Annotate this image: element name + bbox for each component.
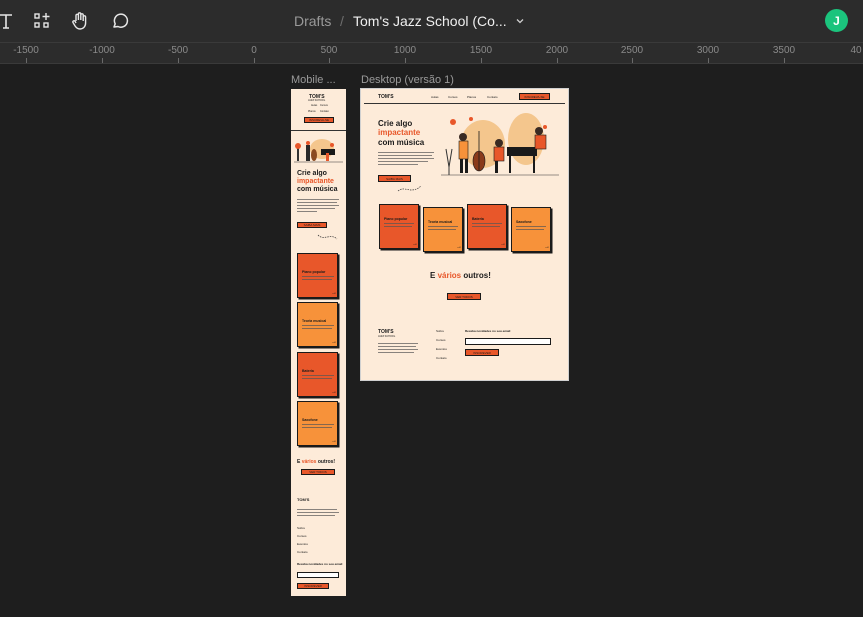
mobile-email-input[interactable] [297, 572, 339, 578]
desktop-nav-item[interactable]: Cursos [448, 95, 458, 99]
hand-tool-icon[interactable] [68, 9, 92, 33]
horizontal-ruler: -1500 -1000 -500 0 500 1000 1500 2000 25… [0, 42, 863, 64]
desktop-course-card[interactable]: Piano popular → [379, 204, 419, 249]
ruler-tick: 3000 [696, 45, 720, 56]
desktop-nav-item[interactable]: Aulas [431, 95, 439, 99]
ruler-tick: 1500 [469, 45, 493, 56]
mobile-logo-sub: JAZZ SCHOOL [308, 99, 326, 102]
mobile-footer-link[interactable]: Sobre [297, 526, 305, 530]
desktop-newsletter-label: Receba novidades no seu email [465, 329, 511, 333]
mobile-more-heading: E vários outros! [297, 459, 336, 465]
avatar[interactable]: J [825, 9, 848, 32]
mobile-hero-illustration [294, 139, 343, 163]
desktop-nav-cta[interactable]: INSCREVA-SE [519, 93, 550, 100]
desktop-hero-line2: impactante [378, 128, 421, 137]
chevron-down-icon[interactable] [508, 9, 532, 33]
desktop-nav-item[interactable]: Planos [467, 95, 476, 99]
mobile-nav-item[interactable]: Aulas [311, 104, 317, 107]
ruler-tick: 1000 [393, 45, 417, 56]
card-title: Piano popular [302, 270, 326, 274]
desktop-footer-link[interactable]: Sobre [436, 329, 444, 333]
desktop-footer-logo-sub: JAZZ SCHOOL [378, 335, 396, 338]
desktop-hero-line1: Crie algo [378, 119, 413, 128]
desktop-frame-label[interactable]: Desktop (versão 1) [361, 74, 454, 86]
file-name[interactable]: Tom's Jazz School (Co... [353, 0, 507, 42]
mobile-frame-label[interactable]: Mobile ... [291, 74, 336, 86]
mobile-nav-item[interactable]: Planos [308, 110, 316, 113]
ruler-tick: 2500 [620, 45, 644, 56]
arrow-right-icon: → [331, 438, 337, 444]
ruler-tick: 3500 [772, 45, 796, 56]
mobile-hero-cta[interactable]: SAIBA MAIS [297, 222, 327, 228]
arrow-right-icon: → [331, 290, 337, 296]
ruler-tick: 40 [850, 45, 862, 56]
mobile-course-card[interactable]: Piano popular → [297, 253, 338, 298]
mobile-hero-line2: impactante [297, 178, 334, 185]
arrow-right-icon: → [456, 244, 462, 250]
mobile-hero-line3: com música [297, 186, 338, 193]
card-title: Piano popular [384, 217, 408, 221]
desktop-nav-item[interactable]: Contato [487, 95, 498, 99]
comment-tool-icon[interactable] [108, 9, 132, 33]
mobile-hero-line1: Crie algo [297, 170, 327, 177]
desktop-more-heading: E vários outros! [430, 271, 491, 280]
desktop-footer-link[interactable]: Contato [436, 356, 447, 360]
mobile-frame[interactable]: TOM'S JAZZ SCHOOL Aulas Cursos Planos Co… [291, 89, 346, 596]
arrow-right-icon: → [500, 241, 506, 247]
ruler-tick: -500 [167, 45, 189, 56]
card-title: Saxofone [302, 418, 318, 422]
card-title: Saxofone [516, 220, 532, 224]
mobile-nav-item[interactable]: Contato [320, 110, 329, 113]
design-canvas[interactable]: Mobile ... Desktop (versão 1) TOM'S JAZZ… [0, 64, 863, 617]
mobile-footer-link[interactable]: Contato [297, 550, 308, 554]
arrow-right-icon: → [544, 244, 550, 250]
card-title: Bateria [472, 217, 484, 221]
arrow-right-icon: → [331, 389, 337, 395]
divider [364, 103, 565, 104]
breadcrumb-separator: / [340, 13, 344, 29]
ruler-tick: 500 [320, 45, 338, 56]
arrow-right-icon: → [412, 241, 418, 247]
desktop-footer-link[interactable]: Cursos [436, 338, 446, 342]
desktop-newsletter-cta[interactable]: INSCREVER [465, 349, 499, 356]
component-tool-icon[interactable] [30, 9, 54, 33]
mobile-course-card[interactable]: Saxofone → [297, 401, 338, 446]
mobile-course-card[interactable]: Bateria → [297, 352, 338, 397]
toolbar: Drafts / Tom's Jazz School (Co... J [0, 0, 863, 42]
ruler-tick: -1500 [13, 45, 39, 56]
card-title: Teoria musical [428, 220, 453, 224]
card-title: Bateria [302, 369, 314, 373]
decorative-squiggle [317, 234, 338, 240]
desktop-course-card[interactable]: Teoria musical → [423, 207, 463, 252]
ruler-tick: -1000 [89, 45, 115, 56]
mobile-newsletter-label: Receba novidades no seu email [297, 562, 343, 566]
decorative-squiggle [397, 185, 422, 192]
divider [291, 130, 346, 131]
mobile-footer-link[interactable]: Eventos [297, 542, 308, 546]
desktop-course-card[interactable]: Bateria → [467, 204, 507, 249]
desktop-hero-illustration [441, 113, 559, 176]
desktop-frame[interactable]: TOM'S Aulas Cursos Planos Contato INSCRE… [360, 88, 569, 381]
desktop-email-input[interactable] [465, 338, 551, 345]
desktop-hero-line3: com música [378, 138, 425, 147]
mobile-footer-link[interactable]: Cursos [297, 534, 307, 538]
mobile-nav-item[interactable]: Cursos [320, 104, 328, 107]
mobile-course-card[interactable]: Teoria musical → [297, 302, 338, 347]
ruler-tick: 0 [251, 45, 257, 56]
mobile-newsletter-cta[interactable]: INSCREVER [297, 583, 329, 589]
ruler-tick: 2000 [545, 45, 569, 56]
mobile-nav-cta[interactable]: INSCREVA-SE [304, 117, 334, 123]
breadcrumb-drafts[interactable]: Drafts [294, 0, 331, 42]
desktop-logo: TOM'S [378, 94, 394, 100]
arrow-right-icon: → [331, 339, 337, 345]
desktop-course-card[interactable]: Saxofone → [511, 207, 551, 252]
mobile-footer-logo: TOM'S [297, 497, 310, 502]
desktop-footer-link[interactable]: Eventos [436, 347, 447, 351]
desktop-hero-cta[interactable]: SAIBA MAIS [378, 175, 411, 182]
mobile-more-cta[interactable]: VER TODOS [301, 469, 335, 475]
desktop-more-cta[interactable]: VER TODOS [447, 293, 481, 300]
text-tool-icon[interactable] [0, 9, 18, 33]
card-title: Teoria musical [302, 319, 327, 323]
